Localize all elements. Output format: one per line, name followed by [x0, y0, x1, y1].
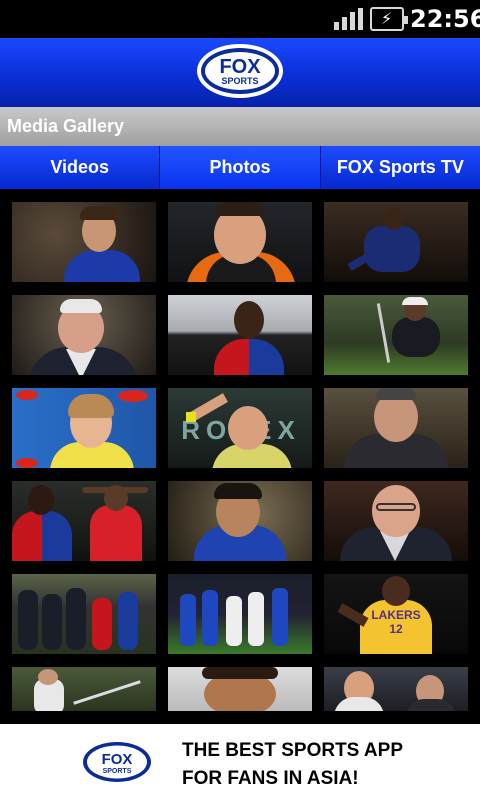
jersey-text: LAKERS 12 [371, 608, 421, 636]
logo-text-bottom: SPORTS [221, 76, 258, 86]
tab-fox-sports-tv[interactable]: FOX Sports TV [320, 146, 480, 189]
banner-logo-text-bottom: SPORTS [103, 768, 132, 775]
status-bar: ⚡ 22:56 [0, 0, 480, 38]
photo-thumbnail-tennis-player-pointing[interactable]: ROLEX [168, 388, 312, 468]
photo-thumbnail-players-celebrating[interactable] [12, 481, 156, 561]
page-title: Media Gallery [7, 116, 125, 136]
photo-thumbnail-tennis-player-press[interactable] [12, 388, 156, 468]
logo-text-top: FOX [219, 56, 261, 78]
banner-line-2: FOR FANS IN ASIA! [182, 768, 359, 789]
photo-thumbnail-manager-smiling[interactable] [168, 202, 312, 282]
photo-grid: ROLEX [0, 189, 480, 724]
tab-videos[interactable]: Videos [0, 146, 161, 189]
photo-thumbnail-player-blue-kit[interactable] [12, 202, 156, 282]
app-header: FOX SPORTS [0, 38, 480, 107]
banner-text: THE BEST SPORTS APP FOR FANS IN ASIA! [182, 737, 403, 793]
photo-thumbnail-player-closeup[interactable] [168, 667, 312, 711]
banner-logo-text-top: FOX [102, 751, 133, 768]
photo-thumbnail-manager-suit[interactable] [12, 295, 156, 375]
fox-sports-logo[interactable]: FOX SPORTS [195, 42, 285, 100]
photo-thumbnail-player-red-blue-kit[interactable] [168, 295, 312, 375]
photo-thumbnail-manager-coat[interactable] [324, 388, 468, 468]
tab-photos[interactable]: Photos [160, 146, 321, 189]
photo-thumbnail-player-blue-kit-2[interactable] [168, 481, 312, 561]
photo-thumbnail-basketball-player[interactable]: LAKERS 12 [324, 574, 468, 654]
signal-icon [334, 8, 364, 30]
photo-thumbnail-teams-on-pitch[interactable] [168, 574, 312, 654]
banner-line-1: THE BEST SPORTS APP [182, 740, 403, 761]
photo-thumbnail-golfer-crouching[interactable] [324, 295, 468, 375]
photo-thumbnail-player-dark-kit[interactable] [324, 202, 468, 282]
battery-charging-icon: ⚡ [370, 7, 408, 31]
photo-thumbnail-team-huddle[interactable] [12, 574, 156, 654]
photo-thumbnail-golfer-swing[interactable] [12, 667, 156, 711]
photo-thumbnail-tennis-players[interactable] [324, 667, 468, 711]
tab-bar: Videos Photos FOX Sports TV [0, 146, 480, 189]
status-time: 22:56 [410, 5, 480, 33]
photo-thumbnail-coach-glasses[interactable] [324, 481, 468, 561]
banner-fox-sports-logo[interactable]: FOX SPORTS [81, 740, 153, 784]
section-header: Media Gallery [0, 107, 480, 146]
